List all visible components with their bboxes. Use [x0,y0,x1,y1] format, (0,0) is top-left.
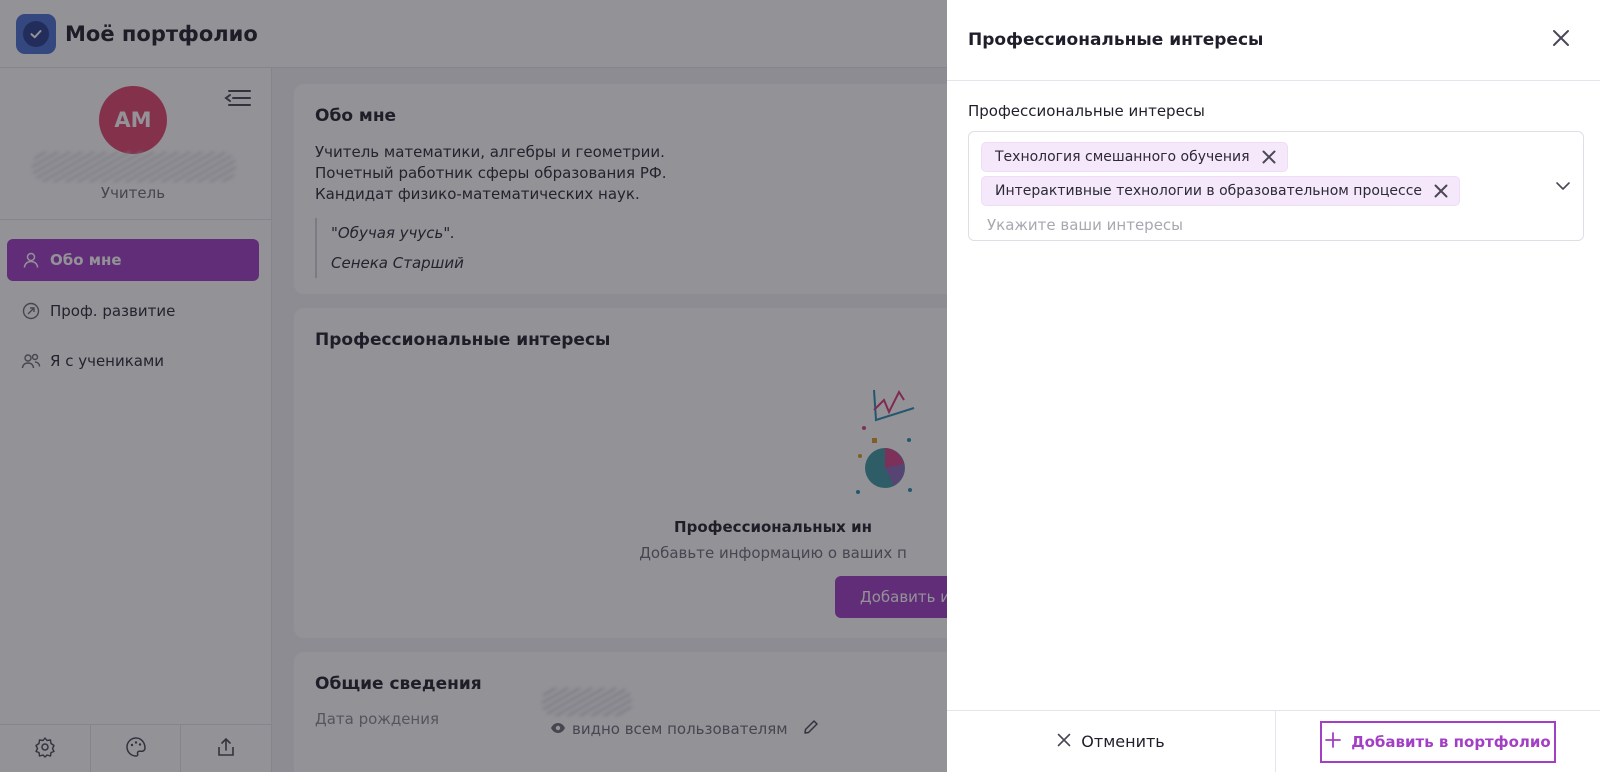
remove-chip-icon[interactable] [1433,183,1449,199]
drawer-footer: Отменить Добавить в портфолио [947,710,1600,772]
cancel-label: Отменить [1081,732,1165,751]
close-icon[interactable] [1550,27,1572,49]
chip-label: Технология смешанного обучения [995,149,1250,165]
interests-field-label: Профессиональные интересы [968,102,1205,120]
interest-chip: Технология смешанного обучения [981,142,1288,172]
close-icon [1057,732,1071,751]
drawer-header: Профессиональные интересы [947,0,1600,81]
drawer-title: Профессиональные интересы [968,30,1264,50]
add-label: Добавить в портфолио [1351,732,1551,751]
chip-label: Интерактивные технологии в образовательн… [995,183,1423,199]
add-button-wrap: Добавить в портфолио [1276,711,1600,772]
cancel-button[interactable]: Отменить [947,711,1276,772]
interests-input-placeholder[interactable]: Укажите ваши интересы [981,216,1571,234]
chevron-down-icon[interactable] [1555,178,1571,194]
add-to-portfolio-button[interactable]: Добавить в портфолио [1320,720,1556,763]
interests-drawer: Профессиональные интересы Профессиональн… [947,0,1600,772]
interests-multiselect[interactable]: Технология смешанного обучения Интеракти… [968,131,1584,241]
interest-chip: Интерактивные технологии в образовательн… [981,176,1461,206]
remove-chip-icon[interactable] [1261,149,1277,165]
plus-icon [1325,731,1342,752]
drawer-body: Профессиональные интересы Технология сме… [947,81,1600,241]
